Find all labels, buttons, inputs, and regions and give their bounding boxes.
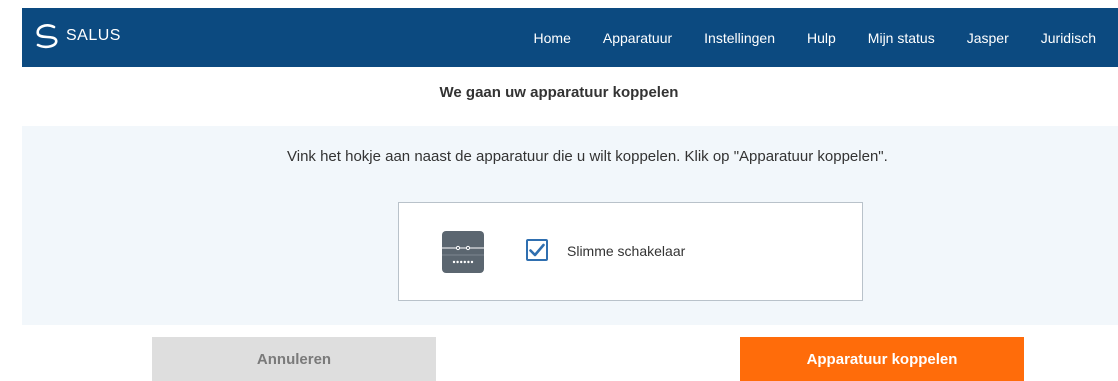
top-navbar: SALUS Home Apparatuur Instellingen Hulp … (22, 8, 1118, 67)
nav-juridisch[interactable]: Juridisch (1041, 30, 1096, 46)
brand-name: SALUS (66, 27, 121, 44)
checkmark-icon (529, 243, 545, 257)
nav-apparatuur[interactable]: Apparatuur (603, 30, 672, 46)
nav-mijn-status[interactable]: Mijn status (868, 30, 935, 46)
nav-instellingen[interactable]: Instellingen (704, 30, 775, 46)
smart-switch-icon (442, 231, 484, 273)
main-menu: Home Apparatuur Instellingen Hulp Mijn s… (534, 8, 1118, 67)
nav-user-jasper[interactable]: Jasper (967, 30, 1009, 46)
salus-logo-icon (36, 24, 58, 49)
salus-logo[interactable]: SALUS (32, 20, 121, 52)
device-card: Slimme schakelaar (398, 202, 863, 301)
nav-hulp[interactable]: Hulp (807, 30, 836, 46)
device-checkbox[interactable] (526, 239, 548, 261)
pair-devices-button[interactable]: Apparatuur koppelen (740, 337, 1024, 381)
cancel-button[interactable]: Annuleren (152, 337, 436, 381)
page-title: We gaan uw apparatuur koppelen (439, 84, 679, 101)
device-label: Slimme schakelaar (567, 243, 686, 259)
nav-home[interactable]: Home (534, 30, 571, 46)
instruction-text: Vink het hokje aan naast de apparatuur d… (287, 148, 888, 165)
